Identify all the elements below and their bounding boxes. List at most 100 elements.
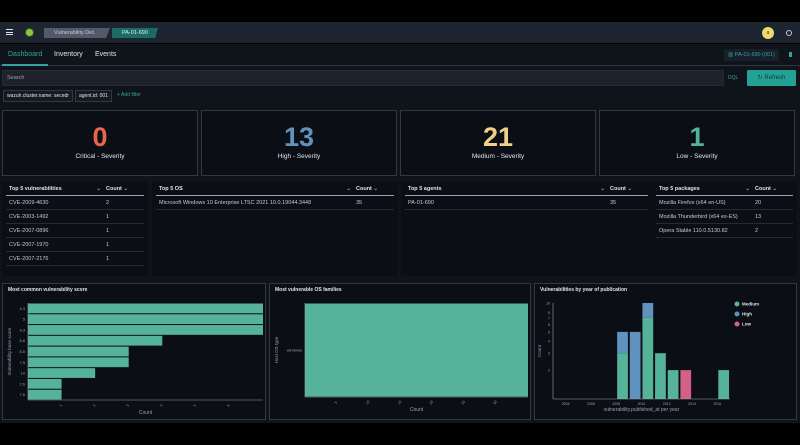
y-tick-label: 10: [546, 302, 550, 306]
y-tick-label: 2.6: [19, 381, 25, 386]
cell-name: PA-01-690: [408, 200, 434, 206]
hamburger-icon[interactable]: [6, 29, 13, 35]
bar: [28, 357, 129, 368]
bar: [28, 325, 263, 335]
search-input[interactable]: Search: [2, 70, 724, 86]
table-row[interactable]: PA-01-690 35: [405, 196, 648, 210]
column-title: Top 5 OS: [159, 186, 183, 192]
severity-count: 1: [689, 122, 705, 152]
severity-label: Medium - Severity: [471, 153, 525, 160]
filter-pill-agent[interactable]: agent.id: 001: [75, 90, 112, 102]
column-header[interactable]: Top 5 vulnerabilities ⌄: [9, 183, 101, 195]
table-row[interactable]: Opera Stable 110.0.5130.82 2: [656, 224, 793, 238]
y-tick-label: 7: [548, 316, 550, 320]
cell-count: 13: [755, 214, 762, 220]
chart-title: Most common vulnerability score: [8, 287, 88, 293]
os-chart: windows 5 10 15 20 25 30 Count Host OS type: [274, 303, 528, 413]
x-tick-label: 4: [159, 404, 163, 408]
chevron-down-icon: ⌄: [772, 186, 778, 192]
y-tick-label: 3: [548, 352, 550, 356]
tab-dashboard[interactable]: Dashboard: [2, 44, 49, 66]
y-axis-label: Host OS type: [274, 336, 279, 363]
legend-swatch: [734, 321, 740, 327]
x-axis-label: Count: [139, 410, 153, 416]
chevron-down-icon: ⌄: [627, 186, 633, 192]
breadcrumb-agent[interactable]: PA-01-690: [112, 28, 158, 38]
y-tick-label: 7.5: [19, 360, 25, 365]
tab-inventory[interactable]: Inventory: [54, 44, 83, 66]
x-tick-label: 5: [334, 401, 338, 405]
bar: [28, 389, 62, 400]
x-tick-label: 2: [92, 404, 96, 408]
avatar[interactable]: a: [762, 27, 774, 39]
column-header[interactable]: Top 5 packages ⌄: [659, 183, 750, 195]
cell-count: 1: [106, 228, 110, 234]
legend-label: Medium: [742, 302, 759, 307]
table-row[interactable]: CVE-2009-4630 2: [6, 196, 144, 210]
cell-name: CVE-2007-2176: [9, 256, 49, 262]
table-row[interactable]: CVE-2007-1970 1: [6, 238, 144, 252]
bar: [305, 303, 528, 397]
table-row[interactable]: CVE-2007-0896 1: [6, 224, 144, 238]
count-column-header[interactable]: Count ⌄: [605, 183, 645, 195]
severity-card[interactable]: 13 High - Severity: [201, 110, 397, 176]
agent-selector[interactable]: ▥ PA-01-690 (001): [724, 49, 779, 61]
table-row[interactable]: Mozilla Firefox (x64 en-US) 20: [656, 196, 793, 210]
bar-segment: [655, 353, 666, 399]
x-axis-label: Count: [410, 407, 424, 413]
x-tick-label: 2014: [688, 402, 696, 406]
cell-name: CVE-2009-4630: [9, 200, 49, 206]
panel-vulnerability-score: Most common vulnerability score 4.3 5 9.3 6.…: [2, 283, 266, 420]
add-filter-button[interactable]: + Add filter: [117, 92, 141, 98]
severity-label: Critical - Severity: [75, 153, 125, 160]
table-row[interactable]: CVE-2007-2176 1: [6, 252, 144, 266]
column-header[interactable]: Top 5 agents ⌄: [408, 183, 605, 195]
bar-segment: [617, 331, 628, 354]
bar: [28, 346, 129, 357]
legend-label: High: [742, 312, 752, 317]
y-axis-label: Count: [537, 344, 542, 357]
table-row[interactable]: Mozilla Thunderbird (x64 es-ES) 13: [656, 210, 793, 224]
refresh-button[interactable]: ↻ Refresh: [747, 70, 796, 86]
x-tick-label: 1: [58, 404, 62, 408]
severity-card[interactable]: 21 Medium - Severity: [400, 110, 596, 176]
table-row[interactable]: Microsoft Windows 10 Enterprise LTSC 202…: [156, 196, 394, 210]
y-tick-label: 4.3: [19, 306, 25, 311]
y-tick-label: 6.8: [19, 338, 25, 343]
breadcrumb-module[interactable]: Vulnerability Det.: [44, 28, 110, 38]
pin-icon[interactable]: [789, 52, 792, 57]
panel-year-publication: Vulnerabilities by year of publication 2 3…: [534, 283, 797, 420]
column-title: Top 5 packages: [659, 186, 700, 192]
cell-name: CVE-2007-0896: [9, 228, 49, 234]
chart-title: Vulnerabilities by year of publication: [540, 287, 628, 293]
legend-swatch: [734, 301, 740, 307]
severity-card[interactable]: 1 Low - Severity: [599, 110, 795, 176]
count-column-header[interactable]: Count ⌄: [351, 183, 391, 195]
tab-events[interactable]: Events: [95, 44, 116, 66]
y-tick-label: 5: [23, 317, 26, 322]
help-icon[interactable]: [786, 30, 792, 36]
top5-table: Top 5 packages ⌄ Count ⌄ Mozilla Firefox (…: [652, 182, 797, 276]
column-header[interactable]: Top 5 OS ⌄: [159, 183, 351, 195]
severity-label: Low - Severity: [676, 153, 718, 160]
y-tick-label: 10: [21, 371, 26, 376]
cell-count: 2: [755, 228, 759, 234]
y-tick-label: windows: [287, 348, 302, 353]
count-column-header[interactable]: Count ⌄: [101, 183, 141, 195]
top-header: Vulnerability Det. PA-01-690 a: [0, 22, 800, 44]
query-language-button[interactable]: DQL: [726, 72, 740, 84]
score-chart: 4.3 5 9.3 6.8 5.5 7.5 10 2.6 7.6 1 2 3 4 5 6 Count Vulne…: [7, 303, 263, 416]
tab-bar: Dashboard Inventory Events ▥ PA-01-690 (…: [0, 44, 800, 66]
bar-segment: [667, 370, 679, 399]
y-tick-label: 5.5: [19, 349, 25, 354]
cell-count: 20: [755, 200, 762, 206]
severity-card[interactable]: 0 Critical - Severity: [2, 110, 198, 176]
y-tick-label: 5: [548, 330, 550, 334]
table-row[interactable]: CVE-2003-1492 1: [6, 210, 144, 224]
count-column-header[interactable]: Count ⌄: [750, 183, 790, 195]
x-tick-label: 3: [126, 404, 130, 408]
table-header: Top 5 agents ⌄ Count ⌄: [405, 183, 648, 196]
filter-pill-cluster[interactable]: wazuh.cluster.name: secedr: [3, 90, 73, 102]
wazuh-logo-icon[interactable]: [25, 28, 34, 37]
bar-segment: [617, 353, 628, 399]
